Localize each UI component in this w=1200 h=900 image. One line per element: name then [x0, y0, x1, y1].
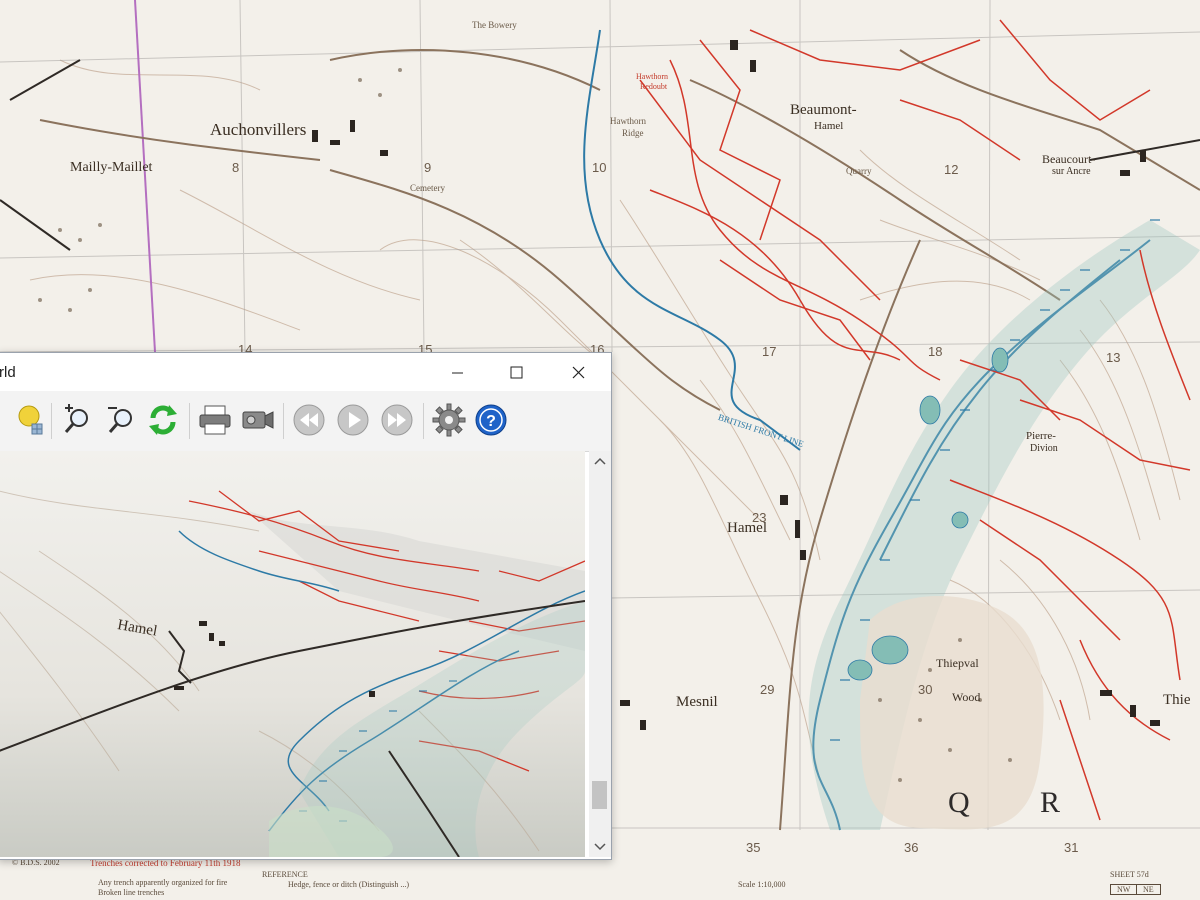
scrollbar-thumb[interactable]: [592, 781, 607, 809]
settings-gear-icon: [432, 403, 466, 437]
light-button[interactable]: [9, 399, 49, 441]
map-label-divion: Divion: [1030, 443, 1058, 454]
scroll-down-arrow-icon[interactable]: [589, 839, 611, 855]
refresh-button[interactable]: [143, 399, 183, 441]
grid-number: 13: [1106, 350, 1121, 365]
map-label-thie: Thie: [1163, 692, 1191, 708]
map-label-mesnil: Mesnil: [676, 694, 718, 710]
legend-nw: NW: [1110, 884, 1138, 895]
minimize-icon: [452, 372, 463, 374]
legend-line-3: Hedge, fence or ditch (Distinguish ...): [288, 880, 410, 889]
light-bulb-icon: [18, 405, 43, 435]
window-titlebar[interactable]: rld: [0, 353, 611, 391]
map-label-ridge: Ridge: [622, 128, 644, 138]
grid-number: 17: [762, 344, 777, 359]
grid-number: 31: [1064, 840, 1079, 855]
grid-number: 36: [904, 840, 919, 855]
map-label-redoubt: Redoubt: [640, 82, 668, 91]
grid-number: 9: [424, 160, 432, 175]
zoom-in-button[interactable]: [57, 399, 97, 441]
legend-line-1: Any trench apparently organized for fire: [98, 878, 228, 887]
grid-number: 8: [232, 160, 240, 175]
grid-number: 18: [928, 344, 943, 359]
legend-line-2: Broken line trenches: [98, 888, 165, 897]
map-label-beaucourt: Beaucourt-: [1042, 152, 1096, 166]
minimize-button[interactable]: [435, 357, 479, 387]
zoom-in-icon: [64, 404, 88, 433]
grid-number: 10: [592, 160, 607, 175]
legend-sheet: SHEET 57d: [1110, 870, 1149, 879]
map-label-auchonvillers: Auchonvillers: [210, 120, 307, 139]
legend-scale: Scale 1:10,000: [738, 880, 786, 889]
help-button[interactable]: ?: [471, 399, 511, 441]
map-label-beaumont-hamel: Hamel: [814, 120, 844, 132]
map-label-quarry: Quarry: [846, 166, 872, 176]
terrain-render: [0, 451, 585, 857]
close-button[interactable]: [557, 357, 601, 387]
maximize-icon: [510, 366, 523, 379]
map-label-hawthorn-redoubt: Hawthorn: [636, 72, 668, 81]
scroll-up-arrow-icon[interactable]: [589, 453, 611, 469]
map-label-the-bowery: The Bowery: [472, 20, 517, 30]
camera-button[interactable]: [237, 399, 277, 441]
map-label-hawthorn-ridge: Hawthorn: [610, 116, 646, 126]
legend-reference: REFERENCE: [262, 870, 308, 879]
fast-forward-button[interactable]: [377, 399, 417, 441]
sheet-letter-q: Q: [948, 786, 970, 819]
map-label-thiepval: Thiepval: [936, 656, 979, 670]
play-icon: [337, 404, 369, 436]
grid-number: 12: [944, 162, 959, 177]
toolbar-separator: [283, 403, 284, 439]
viewer-toolbar: ?: [0, 391, 611, 452]
close-icon: [572, 366, 585, 379]
grid-number: 35: [746, 840, 761, 855]
camera-icon: [242, 411, 274, 429]
maximize-button[interactable]: [495, 357, 539, 387]
svg-text:?: ?: [486, 413, 496, 430]
map-label-sur-ancre: sur Ancre: [1052, 166, 1091, 177]
legend-ne: NE: [1136, 884, 1161, 895]
fast-forward-icon: [381, 404, 413, 436]
vertical-scrollbar[interactable]: [589, 451, 611, 857]
window-title: rld: [0, 364, 16, 381]
print-icon: [199, 405, 231, 435]
map-label-mailly-maillet: Mailly-Maillet: [70, 160, 153, 175]
map-label-beaumont: Beaumont-: [790, 102, 857, 118]
map-legend: © B.D.S. 2002 Trenches corrected to Febr…: [0, 858, 1200, 900]
settings-button[interactable]: [429, 399, 469, 441]
3d-viewer-window[interactable]: rld ? Hamel: [0, 352, 612, 860]
toolbar-separator: [189, 403, 190, 439]
grid-number: 29: [760, 682, 775, 697]
sheet-letter-r: R: [1040, 786, 1061, 819]
refresh-icon: [149, 405, 177, 435]
zoom-out-icon: [108, 407, 132, 433]
help-icon: ?: [475, 404, 507, 436]
print-button[interactable]: [195, 399, 235, 441]
grid-number: 30: [918, 682, 933, 697]
rewind-button[interactable]: [289, 399, 329, 441]
toolbar-separator: [423, 403, 424, 439]
rewind-icon: [293, 404, 325, 436]
zoom-out-button[interactable]: [101, 399, 141, 441]
3d-terrain-view[interactable]: Hamel: [0, 451, 585, 857]
map-label-pierre: Pierre-: [1026, 430, 1056, 442]
toolbar-separator: [51, 403, 52, 439]
play-button[interactable]: [333, 399, 373, 441]
map-label-wood: Wood: [952, 690, 981, 704]
grid-number: 23: [752, 510, 767, 525]
map-label-cemetery: Cemetery: [410, 183, 445, 193]
